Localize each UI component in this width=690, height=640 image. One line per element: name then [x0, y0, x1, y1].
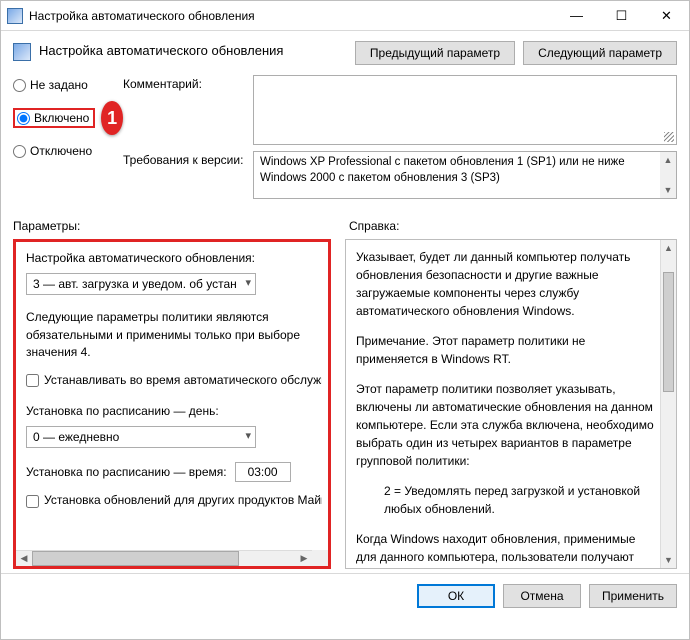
day-value: 0 — ежедневно [33, 429, 119, 446]
chk-other-products-input[interactable] [26, 495, 39, 508]
footer: ОК Отмена Применить [1, 573, 689, 617]
help-p3: Этот параметр политики позволяет указыва… [356, 380, 656, 470]
params-heading: Настройка автоматического обновления: [26, 250, 322, 267]
radio-not-configured-label: Не задано [30, 78, 88, 92]
parameters-panel: Настройка автоматического обновления: 3 … [13, 239, 331, 569]
requirements-text: Windows XP Professional с пакетом обновл… [260, 156, 625, 184]
radio-not-configured-input[interactable] [13, 79, 26, 92]
requirements-box: Windows XP Professional с пакетом обновл… [253, 151, 677, 199]
update-mode-value: 3 — авт. загрузка и уведом. об устан [33, 276, 237, 293]
radio-disabled-input[interactable] [13, 145, 26, 158]
help-content: Указывает, будет ли данный компьютер пол… [346, 240, 676, 569]
policy-icon [13, 43, 31, 61]
time-input[interactable]: 03:00 [235, 462, 291, 482]
column-labels: Параметры: Справка: [1, 205, 689, 239]
ok-button[interactable]: ОК [417, 584, 495, 608]
time-label: Установка по расписанию — время: [26, 464, 227, 481]
help-scroll-thumb[interactable] [663, 272, 674, 392]
radio-enabled[interactable]: Включено [13, 108, 95, 128]
policy-title: Настройка автоматического обновления [39, 41, 347, 58]
parameters-content: Настройка автоматического обновления: 3 … [16, 242, 328, 518]
requirements-label: Требования к версии: [123, 151, 253, 199]
help-vscrollbar[interactable]: ▲ ▼ [660, 240, 676, 568]
help-label: Справка: [333, 219, 677, 233]
next-setting-button[interactable]: Следующий параметр [523, 41, 677, 65]
previous-setting-button[interactable]: Предыдущий параметр [355, 41, 515, 65]
scroll-up-icon[interactable]: ▲ [660, 152, 676, 168]
comment-textarea[interactable] [253, 75, 677, 145]
radio-enabled-input[interactable] [17, 112, 30, 125]
minimize-button[interactable]: — [554, 1, 599, 30]
chk-other-products[interactable]: Установка обновлений для других продукто… [26, 492, 322, 509]
chk-maintenance[interactable]: Устанавливать во время автоматического о… [26, 372, 322, 389]
help-scroll-down-icon[interactable]: ▼ [661, 552, 676, 568]
hscroll-left-icon[interactable]: ◀ [16, 551, 32, 566]
time-row: Установка по расписанию — время: 03:00 [26, 462, 322, 482]
help-scroll-track[interactable] [661, 408, 676, 552]
hscroll-right-icon[interactable]: ▶ [296, 551, 312, 566]
hscroll-thumb[interactable] [32, 551, 239, 566]
lower-panels: Настройка автоматического обновления: 3 … [1, 239, 689, 569]
update-mode-dropdown[interactable]: 3 — авт. загрузка и уведом. об устан [26, 273, 256, 295]
radio-disabled[interactable]: Отключено [13, 141, 123, 161]
close-button[interactable]: ✕ [644, 1, 689, 30]
titlebar: Настройка автоматического обновления — ☐… [1, 1, 689, 31]
scroll-track[interactable] [660, 168, 676, 182]
params-note: Следующие параметры политики являются об… [26, 309, 322, 361]
requirements-scrollbar[interactable]: ▲ ▼ [660, 152, 676, 198]
chk-maintenance-input[interactable] [26, 374, 39, 387]
scroll-down-icon[interactable]: ▼ [660, 182, 676, 198]
help-p2: Примечание. Этот параметр политики не пр… [356, 332, 656, 368]
day-dropdown[interactable]: 0 — ежедневно [26, 426, 256, 448]
maximize-button[interactable]: ☐ [599, 1, 644, 30]
cancel-button[interactable]: Отмена [503, 584, 581, 608]
chk-other-products-label: Установка обновлений для других продукто… [44, 492, 322, 509]
help-p1: Указывает, будет ли данный компьютер пол… [356, 248, 656, 320]
window-title: Настройка автоматического обновления [29, 9, 554, 23]
main-config-grid: Не задано Включено 1 Отключено Комментар… [1, 75, 689, 205]
chk-maintenance-label: Устанавливать во время автоматического о… [44, 372, 322, 389]
time-value: 03:00 [248, 464, 278, 481]
day-label: Установка по расписанию — день: [26, 403, 322, 420]
state-radio-group: Не задано Включено 1 Отключено [13, 75, 123, 199]
window-icon [7, 8, 23, 24]
header-row: Настройка автоматического обновления Пре… [1, 31, 689, 75]
window-controls: — ☐ ✕ [554, 1, 689, 30]
apply-button[interactable]: Применить [589, 584, 677, 608]
help-scroll-up-icon[interactable]: ▲ [661, 240, 676, 256]
hscroll-track[interactable] [239, 551, 296, 566]
params-hscrollbar[interactable]: ◀ ▶ [16, 550, 312, 566]
help-p4: 2 = Уведомлять перед загрузкой и установ… [356, 482, 656, 518]
radio-disabled-label: Отключено [30, 144, 92, 158]
radio-enabled-label: Включено [34, 111, 89, 125]
parameters-label: Параметры: [13, 219, 333, 233]
help-panel: Указывает, будет ли данный компьютер пол… [345, 239, 677, 569]
comment-label: Комментарий: [123, 75, 253, 145]
callout-1: 1 [101, 101, 123, 135]
help-p5: Когда Windows находит обновления, примен… [356, 530, 656, 569]
radio-not-configured[interactable]: Не задано [13, 75, 123, 95]
scroll-corner [312, 550, 328, 566]
